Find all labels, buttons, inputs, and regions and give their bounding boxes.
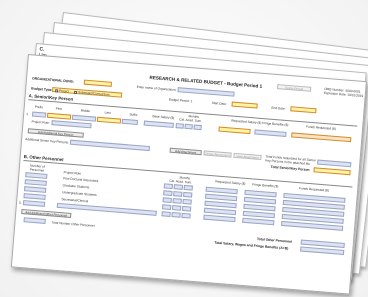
acad-months-field[interactable] — [184, 123, 193, 130]
first-name-field[interactable] — [46, 112, 72, 120]
row-number: 1. — [26, 112, 30, 117]
add-senior-key-person-button[interactable]: Add Additional Key Person — [27, 128, 84, 139]
add-attachment-button[interactable]: Add Attachment — [169, 147, 202, 156]
org-name-field[interactable] — [177, 87, 235, 97]
total-other-count-field[interactable] — [23, 217, 46, 224]
view-attachment-button[interactable]: View Attachment — [233, 152, 262, 161]
project-role-label: Project Role: — [31, 119, 50, 125]
requested-field[interactable] — [203, 214, 236, 223]
col-b-funds: Funds Requested ($) — [298, 186, 330, 193]
col-funds: Funds Requested ($) — [305, 124, 337, 131]
sum-field[interactable] — [181, 205, 192, 212]
personnel-count-field[interactable] — [25, 172, 48, 179]
total-salary-field[interactable] — [300, 246, 345, 255]
sum-field[interactable] — [183, 184, 193, 191]
acad-field[interactable] — [171, 212, 181, 218]
col-base-salary: Base Salary ($) — [152, 114, 175, 120]
prefix-field[interactable] — [31, 111, 47, 118]
cal-field[interactable] — [161, 204, 172, 210]
cal-field[interactable] — [162, 197, 172, 203]
row-number-5: 5. — [18, 200, 22, 205]
col-last: Last — [104, 110, 111, 115]
role-label: Undergraduate Students — [61, 190, 97, 197]
acad-field[interactable] — [173, 191, 183, 197]
fringe-field[interactable] — [242, 217, 275, 226]
total-senior-label: Total Senior/Key Person — [270, 164, 310, 172]
project-role-field[interactable] — [51, 120, 92, 129]
middle-name-field[interactable] — [71, 114, 97, 122]
requested-salary-field[interactable] — [218, 126, 251, 135]
sum-field[interactable] — [181, 212, 191, 219]
subaward-checkbox[interactable] — [73, 90, 78, 94]
personnel-count-field[interactable] — [23, 193, 46, 200]
acad-field[interactable] — [173, 184, 184, 190]
suffix-field[interactable] — [121, 118, 139, 126]
personnel-count-field[interactable] — [24, 179, 47, 186]
sum-field[interactable] — [183, 191, 193, 198]
role-field[interactable] — [56, 202, 157, 216]
cal-field[interactable] — [161, 211, 171, 217]
end-date-field[interactable] — [290, 106, 317, 114]
delete-period-button[interactable]: Delete Period — [276, 84, 312, 93]
col-middle: Middle — [80, 108, 91, 114]
additional-senior-label: Additional Senior Key Persons: — [25, 137, 70, 145]
screenshot-stage: C. Um D. E. RESEARCH & RELATED BUDGET - … — [0, 0, 368, 297]
start-date-label: Start Date: — [211, 100, 228, 107]
col-project-role: Project Role — [63, 170, 82, 176]
col-suffix: Suffix — [129, 112, 138, 117]
role-label: Graduate Students — [62, 183, 90, 190]
delete-attachment-button[interactable]: Delete Attachment — [203, 150, 232, 159]
project-option-label: Project — [58, 88, 70, 94]
cal-months-field[interactable] — [175, 123, 184, 129]
budget-type-label: Budget Type: — [31, 86, 53, 93]
budget-form-page: RESEARCH & RELATED BUDGET - Budget Perio… — [10, 54, 367, 295]
col-first: First — [55, 106, 63, 111]
col-b-fringe: Fringe Benefits ($) — [252, 182, 279, 189]
col-prefix: Prefix — [34, 104, 44, 110]
last-name-field[interactable] — [96, 116, 122, 124]
total-funds-attached-field[interactable] — [317, 159, 352, 168]
org-duns-field[interactable] — [83, 79, 113, 87]
fringe-benefits-field[interactable] — [254, 129, 287, 137]
acad-field[interactable] — [172, 198, 182, 204]
org-duns-label: ORGANIZATIONAL DUNS: — [31, 76, 75, 84]
cal-field[interactable] — [163, 183, 174, 190]
role-label: Secretarial/Clerical — [61, 197, 89, 204]
subaward-option-label: Subaward/Consortium — [77, 90, 110, 97]
col-fringe: Fringe Benefits ($) — [262, 121, 289, 128]
additional-senior-field[interactable] — [69, 139, 151, 152]
personnel-count-field[interactable] — [22, 200, 46, 207]
budget-period-label: Budget Period: 1 — [168, 97, 193, 104]
end-date-label: End Date: — [271, 105, 286, 111]
sum-field[interactable] — [182, 198, 192, 205]
start-date-field[interactable] — [231, 101, 258, 109]
project-checkbox[interactable] — [55, 88, 59, 93]
org-name-label: Enter name of Organization: — [136, 84, 177, 93]
cal-field[interactable] — [163, 190, 173, 197]
acad-field[interactable] — [171, 205, 182, 211]
sum-months-field[interactable] — [193, 124, 202, 131]
total-other-count-label: Total Number Other Personnel — [51, 220, 95, 228]
role-label: Post Doctoral Associates — [62, 176, 99, 184]
total-senior-field[interactable] — [313, 167, 351, 176]
funds-requested-field[interactable] — [291, 132, 352, 143]
col-months-sub: Cal. Acad. Sum. — [179, 117, 203, 124]
total-other-personnel-label: Total Other Personnel — [256, 236, 293, 244]
personnel-count-field[interactable] — [23, 186, 47, 193]
base-salary-field[interactable] — [143, 120, 174, 128]
col-requested: Requested Salary ($) — [231, 118, 262, 125]
col-b-requested: Requested Salary ($) — [215, 179, 246, 186]
